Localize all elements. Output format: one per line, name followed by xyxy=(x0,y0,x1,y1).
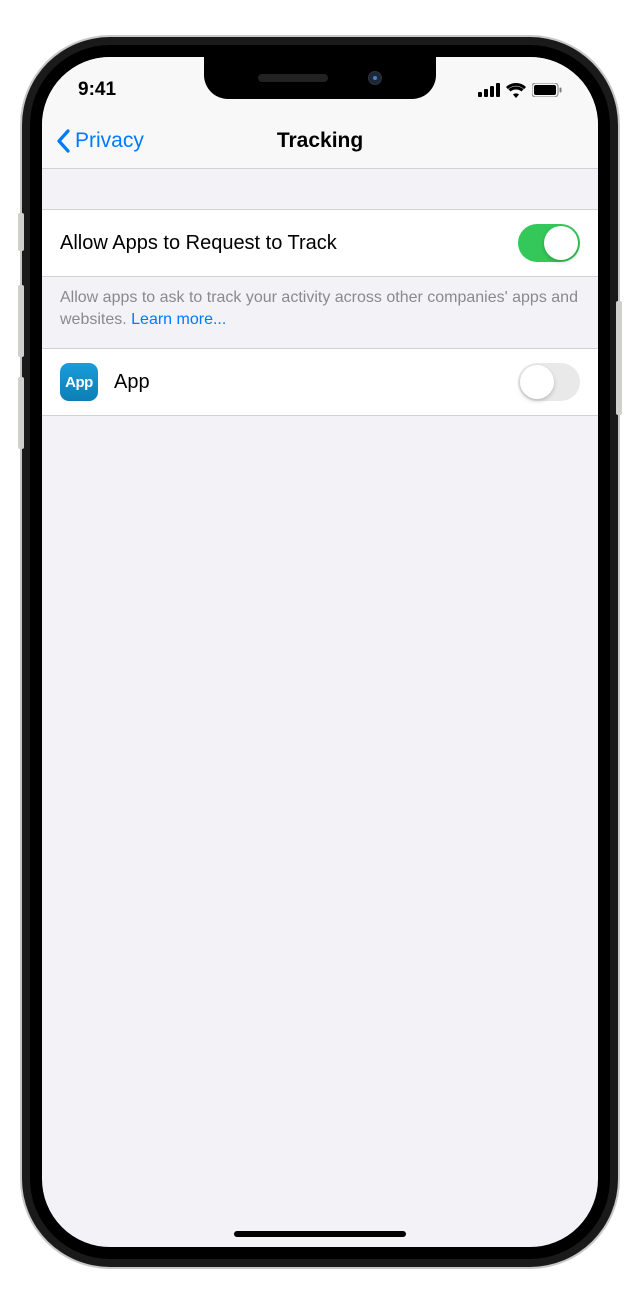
allow-tracking-toggle[interactable] xyxy=(518,224,580,262)
status-icons xyxy=(478,83,562,98)
status-time: 9:41 xyxy=(78,79,116,101)
toggle-knob xyxy=(520,365,554,399)
wifi-icon xyxy=(506,83,526,98)
back-button[interactable]: Privacy xyxy=(56,129,144,153)
mute-switch xyxy=(18,213,24,251)
volume-up-button xyxy=(18,285,24,357)
cellular-signal-icon xyxy=(478,83,500,97)
screen: 9:41 xyxy=(30,45,610,1259)
app-tracking-row: App App xyxy=(42,348,598,416)
app-row-content: App App xyxy=(60,363,150,401)
section-spacer xyxy=(42,169,598,209)
app-tracking-toggle[interactable] xyxy=(518,363,580,401)
section-footer: Allow apps to ask to track your activity… xyxy=(42,277,598,348)
volume-down-button xyxy=(18,377,24,449)
battery-icon xyxy=(532,83,562,97)
allow-tracking-row: Allow Apps to Request to Track xyxy=(42,209,598,277)
learn-more-link[interactable]: Learn more... xyxy=(131,311,226,328)
navigation-bar: Privacy Tracking xyxy=(42,113,598,169)
chevron-left-icon xyxy=(56,129,71,153)
phone-device-frame: 9:41 xyxy=(22,37,618,1267)
notch xyxy=(204,57,436,99)
home-indicator[interactable] xyxy=(234,1231,406,1237)
app-name-label: App xyxy=(114,371,150,394)
front-camera xyxy=(368,71,382,85)
app-icon: App xyxy=(60,363,98,401)
toggle-knob xyxy=(544,226,578,260)
app-icon-label: App xyxy=(65,374,93,391)
allow-tracking-label: Allow Apps to Request to Track xyxy=(60,232,518,255)
content-area: Allow Apps to Request to Track Allow app… xyxy=(42,169,598,416)
speaker xyxy=(258,74,328,82)
power-button xyxy=(616,301,622,415)
back-label: Privacy xyxy=(75,129,144,153)
